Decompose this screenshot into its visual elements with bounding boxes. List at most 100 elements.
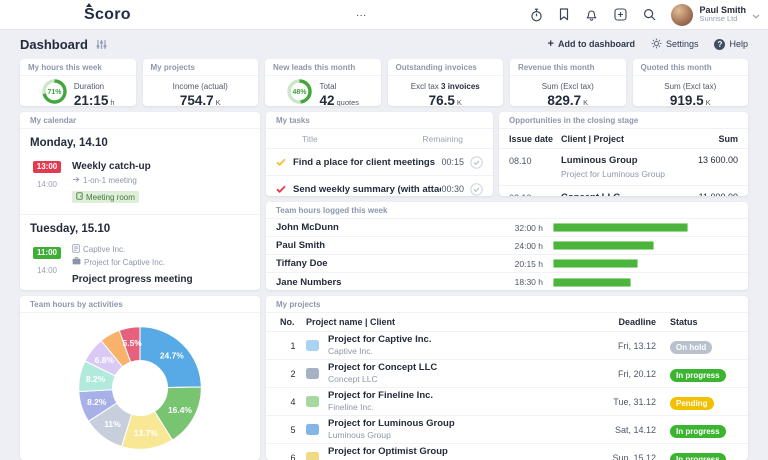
search-icon[interactable]	[643, 8, 656, 21]
bookmark-icon[interactable]	[559, 8, 569, 21]
opportunity-row[interactable]: 08.10 Concept LLC Project for Concept LL…	[499, 186, 748, 197]
project-row[interactable]: 2 Project for Concept LLC Concept LLC Fr…	[266, 360, 748, 388]
donut-slice-label: 5.5%	[123, 338, 143, 348]
kpi-unit: h	[110, 97, 115, 106]
svg-text:71%: 71%	[47, 89, 62, 96]
status-badge: In progress	[670, 452, 726, 460]
kpi-outstanding-invoices[interactable]: Outstanding invoices Excl tax 3 invoices…	[387, 59, 503, 106]
scoro-logo[interactable]: Scoro	[84, 2, 131, 23]
donut-slice-label: 8.2%	[87, 397, 107, 407]
hours-donut-chart: 71%	[42, 79, 67, 104]
room-icon	[76, 192, 83, 202]
kpi-label: Income (actual)	[172, 81, 228, 91]
project-number: 1	[290, 340, 296, 351]
project-deadline: Sat, 14.12	[614, 424, 656, 435]
task-row[interactable]: Send weekly summary (with attache... 00:…	[266, 176, 493, 196]
calendar-event[interactable]: 13:00 14:00 Weekly catch-up 1-on-1 meeti…	[20, 154, 260, 215]
hours-bar-track	[553, 259, 738, 268]
member-name[interactable]: Paul Smith	[276, 240, 488, 251]
project-deadline: Sun, 15.12	[612, 452, 656, 460]
quick-add-icon[interactable]	[614, 8, 628, 21]
event-start-time: 11:00	[32, 246, 62, 259]
team-hours-panel: Team hours logged this week John McDunn …	[266, 202, 748, 290]
kpi-my-projects[interactable]: My projects Income (actual) 754.7 K	[142, 59, 258, 106]
project-number: 4	[290, 396, 296, 407]
hours-bar	[553, 259, 638, 268]
hours-value: 32:00 h	[514, 222, 543, 233]
mark-done-button[interactable]	[470, 182, 483, 196]
opportunity-date: 08.10	[509, 192, 561, 197]
kpi-unit: K	[583, 97, 589, 106]
settings-button[interactable]: Settings	[651, 38, 698, 51]
opportunity-client: Concept LLC	[561, 192, 699, 197]
hours-bar	[553, 223, 688, 232]
kpi-quoted[interactable]: Quoted this month Sum (Excl tax) 919.5 K	[632, 59, 748, 106]
svg-text:48%: 48%	[293, 89, 308, 96]
project-name: Project for Luminous Group	[328, 418, 455, 430]
kpi-value: 919.5	[669, 92, 704, 106]
kpi-revenue[interactable]: Revenue this month Sum (Excl tax) 829.7 …	[510, 59, 626, 106]
donut-slice-label: 6.8%	[95, 355, 115, 365]
user-menu[interactable]: Paul Smith Sunrise Ltd	[671, 3, 760, 26]
hours-bar	[553, 241, 654, 250]
logo-text: Scoro	[84, 5, 131, 23]
team-hours-row: Jane Numbers 18:30 h	[266, 273, 748, 290]
kpi-value: 42	[319, 92, 335, 106]
team-hours-row: John McDunn 32:00 h	[266, 219, 748, 237]
projects-column-headers: No. Project name | Client Deadline Statu…	[266, 313, 748, 332]
event-type: Project meeting	[83, 289, 139, 290]
nav-item-more[interactable]: ···	[356, 9, 367, 21]
bell-icon[interactable]	[585, 8, 598, 21]
kpi-my-hours[interactable]: My hours this week 71% Duration 21:15 h	[20, 59, 136, 106]
company-doc-icon	[72, 244, 80, 255]
event-end-time: 14:00	[36, 180, 58, 189]
opportunity-sum: 11 000.00	[699, 192, 738, 197]
team-hours-list: John McDunn 32:00 h Paul Smith 24:00 h T…	[266, 219, 748, 290]
project-row[interactable]: 5 Project for Luminous Group Luminous Gr…	[266, 416, 748, 444]
my-projects-panel: My projects No. Project name | Client De…	[266, 296, 748, 460]
kpi-title: My hours this week	[20, 59, 136, 76]
kpi-title: Revenue this month	[510, 59, 626, 76]
hours-bar-track	[553, 241, 738, 250]
member-name[interactable]: John McDunn	[276, 222, 488, 233]
dashboard-filter-icon[interactable]	[96, 39, 107, 50]
project-name: Project for Captive Inc.	[328, 334, 432, 346]
status-badge: Pending	[670, 396, 714, 410]
dashboard-grid: My calendar Monday, 14.10 13:00 14:00 We…	[20, 112, 748, 460]
panel-title: Opportunities in the closing stage	[499, 112, 748, 129]
opportunity-date: 08.10	[509, 156, 532, 166]
dashboard-header: Dashboard + Add to dashboard Settings ? …	[0, 30, 768, 58]
opportunity-list: 08.10 Luminous Group Project for Luminou…	[499, 149, 748, 196]
mark-done-button[interactable]	[470, 155, 483, 169]
donut-slice-label: 11%	[104, 419, 121, 429]
donut-slice-label: 8.2%	[86, 374, 106, 384]
kpi-new-leads[interactable]: New leads this month 48% Total 42 quotes	[265, 59, 381, 106]
opportunity-row[interactable]: 08.10 Luminous Group Project for Luminou…	[499, 149, 748, 186]
member-name[interactable]: Jane Numbers	[276, 277, 488, 288]
event-company: Captive Inc.	[83, 245, 126, 254]
project-row[interactable]: 1 Project for Captive Inc. Captive Inc. …	[266, 332, 748, 360]
add-to-dashboard-button[interactable]: + Add to dashboard	[547, 37, 635, 50]
task-row[interactable]: Find a place for client meetings 00:15	[266, 149, 493, 176]
help-button[interactable]: ? Help	[714, 38, 748, 50]
help-icon: ?	[714, 38, 726, 50]
status-badge: In progress	[670, 368, 726, 382]
tasks-column-headers: Title Remaining	[266, 129, 493, 149]
kpi-title: My projects	[142, 59, 258, 76]
calendar-event[interactable]: 11:00 14:00 Captive Inc. Project for Cap…	[20, 240, 260, 290]
navbar-icons	[530, 8, 656, 22]
timer-icon[interactable]	[530, 8, 543, 22]
kpi-label: Total	[319, 81, 337, 91]
hours-value: 20:15 h	[514, 258, 543, 269]
member-name[interactable]: Tiffany Doe	[276, 258, 488, 269]
project-row[interactable]: 4 Project for Fineline Inc. Fineline Inc…	[266, 388, 748, 416]
donut-slice-label: 24.7%	[160, 351, 184, 361]
status-badge: In progress	[670, 424, 726, 438]
activities-donut-chart: 24.7% 16.4% 13.7% 11% 8.2% 8.2% 6.8% 5.5%	[78, 326, 202, 450]
project-row[interactable]: 6 Project for Optimist Group Optimist Gr…	[266, 444, 748, 460]
project-icon	[306, 452, 319, 460]
task-check-icon	[276, 185, 286, 193]
plus-icon: +	[547, 37, 554, 50]
calendar-day-header: Monday, 14.10	[30, 137, 108, 149]
kpi-value: 829.7	[547, 92, 582, 106]
